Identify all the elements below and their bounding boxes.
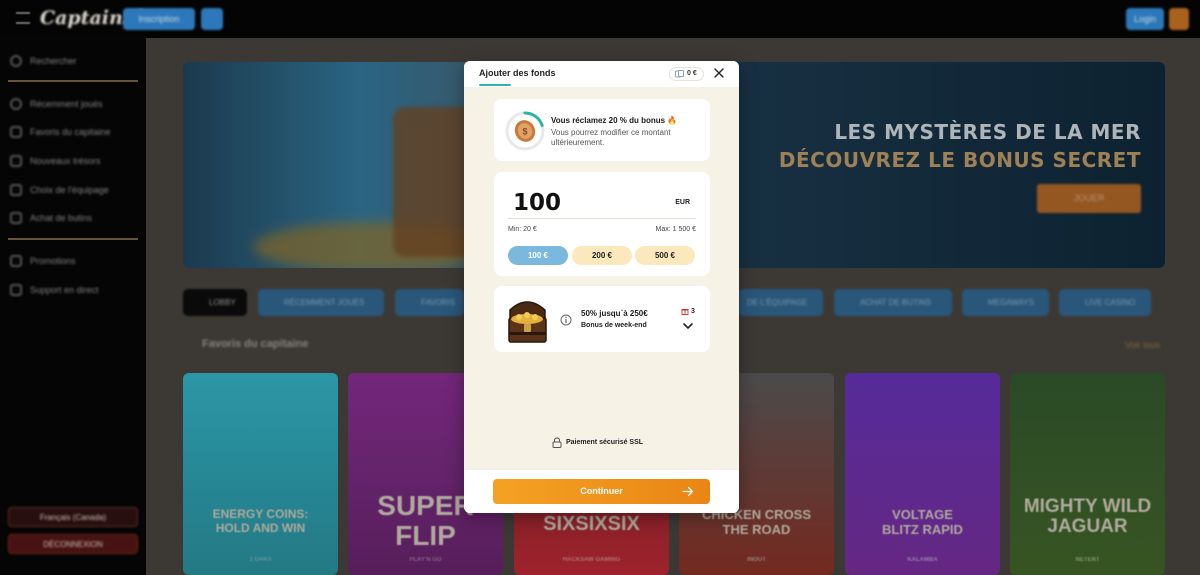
- bonus-offer-card[interactable]: 50% jusqu`à 250€ Bonus de week-end 3: [494, 286, 710, 352]
- bonus-progress-ring: $: [505, 111, 545, 151]
- tab-indicator: [479, 84, 511, 86]
- bonus-title: Vous réclamez 20 % du bonus 🔥: [551, 116, 677, 125]
- balance-badge: 0 €: [669, 67, 704, 81]
- svg-text:$: $: [522, 127, 527, 137]
- preset-100-button[interactable]: 100 €: [508, 246, 568, 265]
- bonus-description: Vous pourrez modifier ce montant ultérie…: [551, 128, 671, 147]
- amount-input[interactable]: 100: [513, 190, 561, 216]
- chevron-down-icon[interactable]: [682, 321, 694, 331]
- secure-payment-text: Paiement sécurisé SSL: [566, 439, 644, 446]
- offer-count-value: 3: [691, 307, 695, 315]
- arrow-right-icon: [682, 486, 694, 497]
- bonus-claim-card: $ Vous réclamez 20 % du bonus 🔥 Vous pou…: [494, 99, 710, 161]
- continue-button[interactable]: Continuer: [493, 479, 710, 504]
- amount-card: 100 EUR Min: 20 € Max: 1 500 € 100 € 200…: [494, 172, 710, 276]
- close-icon[interactable]: [712, 66, 726, 80]
- currency-label: EUR: [675, 199, 690, 206]
- treasure-chest-icon: [508, 301, 547, 343]
- preset-500-button[interactable]: 500 €: [635, 246, 695, 265]
- amount-divider: [508, 218, 696, 219]
- max-amount: Max: 1 500 €: [655, 226, 696, 233]
- coins-icon: [675, 70, 684, 78]
- offer-subtitle: Bonus de week-end: [581, 322, 647, 329]
- preset-200-button[interactable]: 200 €: [572, 246, 632, 265]
- info-icon[interactable]: [560, 314, 572, 326]
- modal-footer: Continuer: [464, 470, 739, 513]
- modal-title: Ajouter des fonds: [479, 68, 556, 78]
- offer-count: 3: [681, 307, 695, 315]
- balance-value: 0 €: [687, 70, 697, 77]
- flame-icon: 🔥: [667, 116, 678, 125]
- gift-icon: [681, 309, 689, 315]
- lock-icon: [552, 437, 562, 448]
- modal-header: Ajouter des fonds 0 €: [464, 61, 739, 87]
- continue-label: Continuer: [580, 486, 623, 496]
- bonus-title-text: Vous réclamez 20 % du bonus: [551, 116, 666, 125]
- add-funds-modal: Ajouter des fonds 0 € $ Vous réclamez 20…: [464, 61, 739, 513]
- min-amount: Min: 20 €: [508, 226, 537, 233]
- offer-title: 50% jusqu`à 250€: [581, 309, 648, 318]
- secure-payment-note: Paiement sécurisé SSL: [552, 437, 643, 448]
